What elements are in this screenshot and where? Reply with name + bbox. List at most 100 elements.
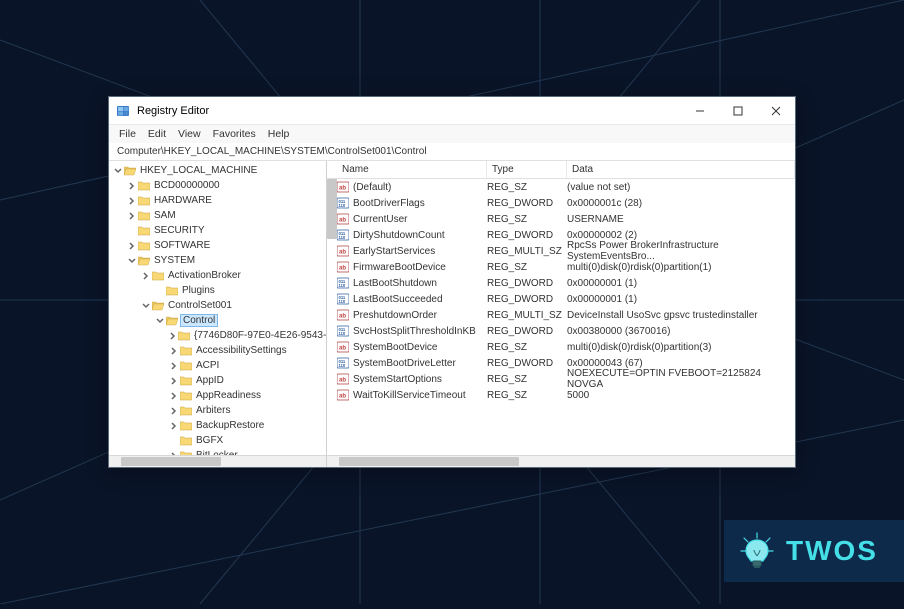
value-type: REG_SZ <box>487 342 567 353</box>
chevron-right-icon[interactable] <box>169 406 179 416</box>
chevron-right-icon[interactable] <box>169 331 177 341</box>
reg-sz-icon <box>337 341 349 353</box>
titlebar[interactable]: Registry Editor <box>109 97 795 125</box>
folder-icon <box>138 241 150 251</box>
chevron-right-icon[interactable] <box>127 211 137 221</box>
value-data: 0x00000002 (2) <box>567 230 795 241</box>
maximize-button[interactable] <box>719 98 757 124</box>
list-body[interactable]: (Default)REG_SZ(value not set)BootDriver… <box>327 179 795 455</box>
chevron-down-icon[interactable] <box>127 256 137 266</box>
value-name: SvcHostSplitThresholdInKB <box>353 326 476 337</box>
tree-node-accessibility[interactable]: AccessibilitySettings <box>109 343 326 358</box>
tree-label: BGFX <box>196 435 223 446</box>
list-horizontal-scrollbar[interactable] <box>327 455 795 467</box>
tree-node-bitlocker[interactable]: BitLocker <box>109 448 326 455</box>
tree-node-arbiters[interactable]: Arbiters <box>109 403 326 418</box>
column-header-type[interactable]: Type <box>487 161 567 178</box>
path-bar[interactable]: Computer\HKEY_LOCAL_MACHINE\SYSTEM\Contr… <box>109 143 795 161</box>
value-data: multi(0)disk(0)rdisk(0)partition(3) <box>567 342 795 353</box>
list-row[interactable]: (Default)REG_SZ(value not set) <box>337 179 795 195</box>
value-data: 0x00000001 (1) <box>567 294 795 305</box>
value-name: (Default) <box>353 182 391 193</box>
list-row[interactable]: CurrentUserREG_SZUSERNAME <box>337 211 795 227</box>
tree-node-appid[interactable]: AppID <box>109 373 326 388</box>
chevron-right-icon[interactable] <box>127 181 137 191</box>
value-data: 5000 <box>567 390 795 401</box>
tree-node-bcd[interactable]: BCD00000000 <box>109 178 326 193</box>
tree-node-sam[interactable]: SAM <box>109 208 326 223</box>
chevron-right-icon[interactable] <box>141 271 151 281</box>
menu-help[interactable]: Help <box>262 128 296 140</box>
reg-dword-icon <box>337 357 349 369</box>
tree-node-plugins[interactable]: Plugins <box>109 283 326 298</box>
tree-label: SECURITY <box>154 225 205 236</box>
value-name: LastBootShutdown <box>353 278 437 289</box>
close-button[interactable] <box>757 98 795 124</box>
list-vertical-scrollbar-thumb[interactable] <box>327 179 337 239</box>
tree-node-backuprestore[interactable]: BackupRestore <box>109 418 326 433</box>
tree-body[interactable]: HKEY_LOCAL_MACHINE BCD00000000 HARDWARE … <box>109 161 326 455</box>
value-type: REG_DWORD <box>487 358 567 369</box>
tree-horizontal-scrollbar[interactable] <box>109 455 326 467</box>
chevron-down-icon[interactable] <box>155 316 165 326</box>
menu-file[interactable]: File <box>113 128 142 140</box>
menu-favorites[interactable]: Favorites <box>207 128 262 140</box>
tree-node-control[interactable]: Control <box>109 313 326 328</box>
minimize-button[interactable] <box>681 98 719 124</box>
tree-label: BackupRestore <box>196 420 264 431</box>
list-row[interactable]: SystemStartOptionsREG_SZ NOEXECUTE=OPTIN… <box>337 371 795 387</box>
list-row[interactable]: BootDriverFlagsREG_DWORD0x0000001c (28) <box>337 195 795 211</box>
tree-node-guid[interactable]: {7746D80F-97E0-4E26-9543-26 <box>109 328 326 343</box>
list-row[interactable]: SystemBootDeviceREG_SZmulti(0)disk(0)rdi… <box>337 339 795 355</box>
tree-node-activationbroker[interactable]: ActivationBroker <box>109 268 326 283</box>
list-header: Name Type Data <box>327 161 795 179</box>
value-type: REG_DWORD <box>487 326 567 337</box>
value-type: REG_SZ <box>487 390 567 401</box>
chevron-down-icon[interactable] <box>141 301 151 311</box>
menu-edit[interactable]: Edit <box>142 128 172 140</box>
tree-node-bgfx[interactable]: BGFX <box>109 433 326 448</box>
tree-node-hklm[interactable]: HKEY_LOCAL_MACHINE <box>109 163 326 178</box>
chevron-right-icon[interactable] <box>169 346 179 356</box>
list-row[interactable]: SvcHostSplitThresholdInKBREG_DWORD0x0038… <box>337 323 795 339</box>
chevron-right-icon[interactable] <box>169 421 179 431</box>
tree-node-system[interactable]: SYSTEM <box>109 253 326 268</box>
value-data: DeviceInstall UsoSvc gpsvc trustedinstal… <box>567 310 795 321</box>
tree-node-software[interactable]: SOFTWARE <box>109 238 326 253</box>
reg-dword-icon <box>337 325 349 337</box>
tree-node-security[interactable]: SECURITY <box>109 223 326 238</box>
chevron-right-icon[interactable] <box>169 376 179 386</box>
menu-view[interactable]: View <box>172 128 207 140</box>
list-row[interactable]: PreshutdownOrderREG_MULTI_SZDeviceInstal… <box>337 307 795 323</box>
scrollbar-thumb[interactable] <box>121 457 221 466</box>
scrollbar-thumb[interactable] <box>339 457 519 466</box>
tree-node-controlset001[interactable]: ControlSet001 <box>109 298 326 313</box>
folder-icon <box>138 211 150 221</box>
reg-sz-icon <box>337 373 349 385</box>
chevron-right-icon[interactable] <box>169 361 179 371</box>
tree-node-hardware[interactable]: HARDWARE <box>109 193 326 208</box>
list-row[interactable]: LastBootSucceededREG_DWORD0x00000001 (1) <box>337 291 795 307</box>
list-row[interactable]: FirmwareBootDeviceREG_SZmulti(0)disk(0)r… <box>337 259 795 275</box>
column-header-data[interactable]: Data <box>567 161 795 178</box>
chevron-right-icon[interactable] <box>127 196 137 206</box>
folder-icon <box>180 391 192 401</box>
list-row[interactable]: EarlyStartServicesREG_MULTI_SZRpcSs Powe… <box>337 243 795 259</box>
tree-node-acpi[interactable]: ACPI <box>109 358 326 373</box>
reg-sz-icon <box>337 389 349 401</box>
chevron-right-icon[interactable] <box>127 241 137 251</box>
value-type: REG_SZ <box>487 262 567 273</box>
value-name: LastBootSucceeded <box>353 294 443 305</box>
list-row[interactable]: LastBootShutdownREG_DWORD0x00000001 (1) <box>337 275 795 291</box>
list-row[interactable]: WaitToKillServiceTimeoutREG_SZ5000 <box>337 387 795 403</box>
column-header-name[interactable]: Name <box>337 161 487 178</box>
reg-sz-icon <box>337 309 349 321</box>
value-name: SystemStartOptions <box>353 374 442 385</box>
value-name: BootDriverFlags <box>353 198 425 209</box>
tree-node-appreadiness[interactable]: AppReadiness <box>109 388 326 403</box>
folder-icon <box>138 181 150 191</box>
chevron-down-icon[interactable] <box>113 166 123 176</box>
chevron-right-icon[interactable] <box>169 391 179 401</box>
value-type: REG_MULTI_SZ <box>487 310 567 321</box>
reg-dword-icon <box>337 293 349 305</box>
